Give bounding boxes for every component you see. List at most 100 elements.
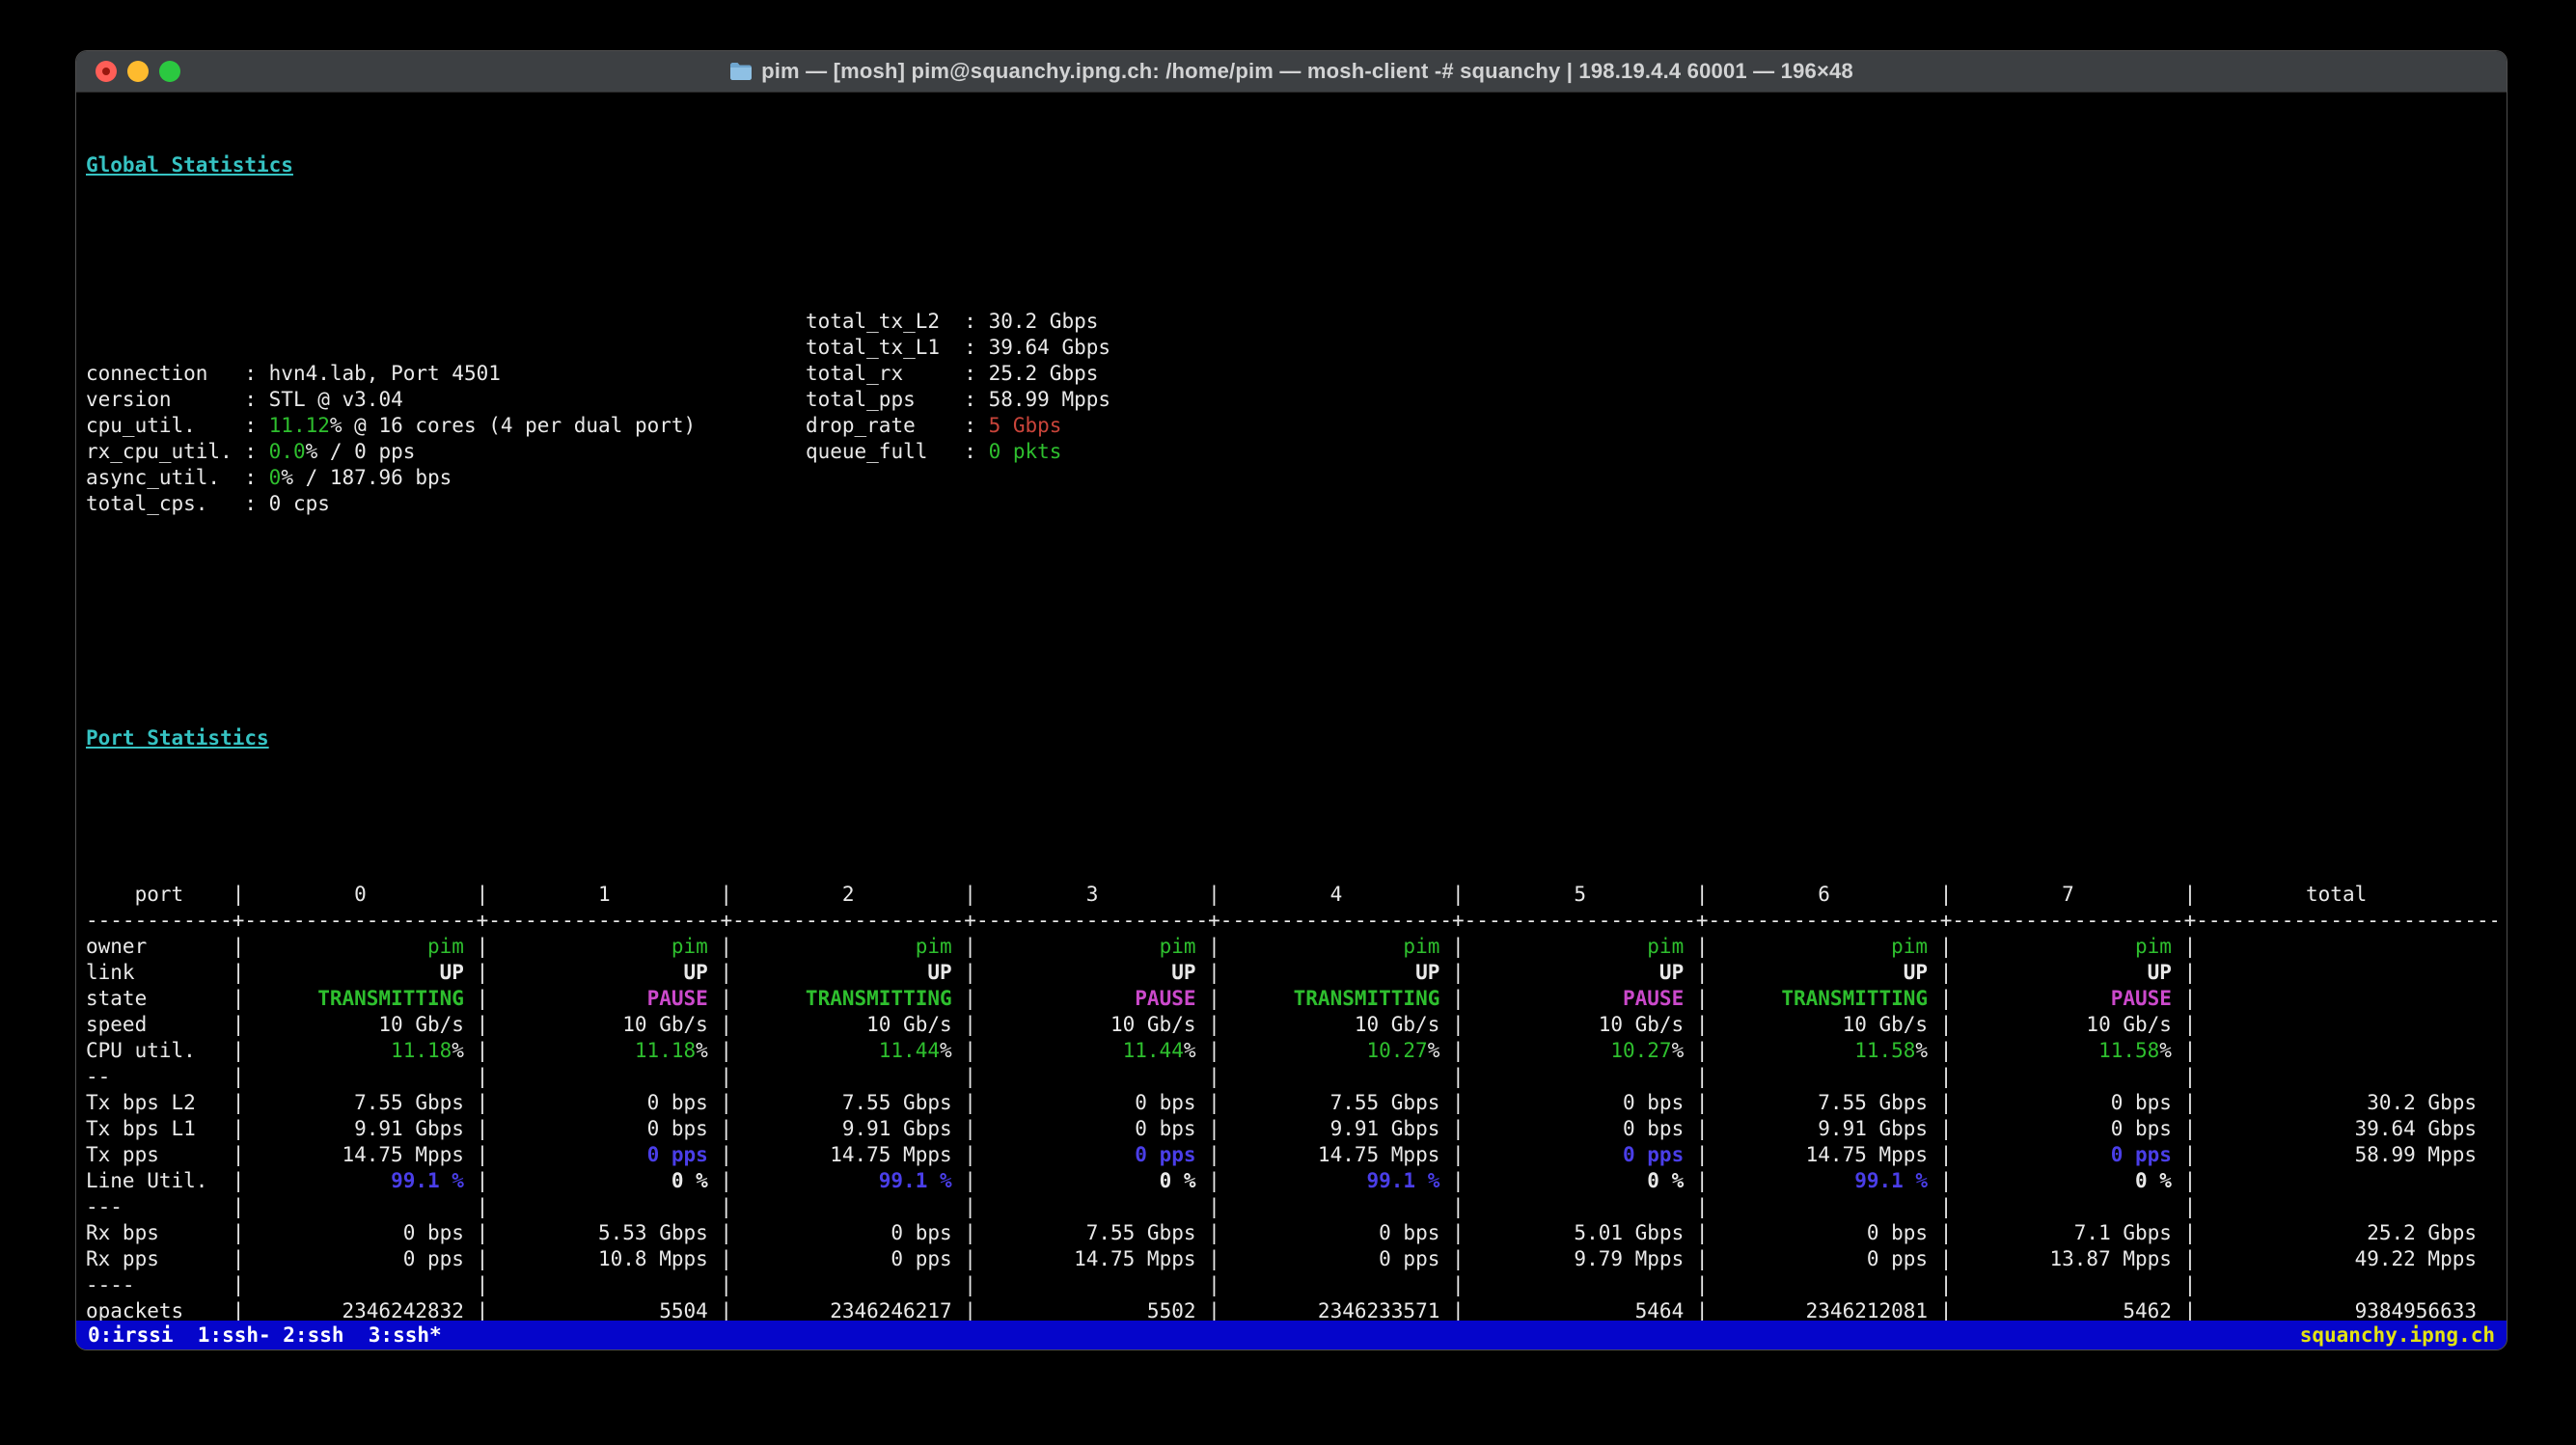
- table-row: ----|||||||||: [86, 1272, 2497, 1298]
- column-divider: |: [1452, 1090, 1465, 1116]
- text-segment: hvn4.lab, Port 4501: [269, 362, 501, 385]
- table-cell: |: [1452, 1194, 1696, 1220]
- table-cell: |: [2184, 960, 2502, 986]
- table-cell: |99.1 %: [720, 1168, 964, 1194]
- table-cell: |: [2184, 934, 2502, 960]
- cell-value: 0 pps: [1709, 1246, 1940, 1272]
- cell-value: 9.79 Mpps: [1465, 1246, 1696, 1272]
- table-cell: |10 Gb/s: [964, 1012, 1208, 1038]
- column-divider: |: [2184, 882, 2197, 908]
- cell-value: [976, 1064, 1208, 1090]
- text-segment: 2346233571: [1318, 1299, 1439, 1321]
- column-divider: |: [2184, 1220, 2197, 1246]
- text-segment: %: [1428, 1039, 1440, 1062]
- cell-value: 14.75 Mpps: [244, 1142, 476, 1168]
- column-divider: |: [1452, 1272, 1465, 1298]
- cell-value: TRANSMITTING: [244, 986, 476, 1012]
- text-segment: 11.12: [269, 414, 330, 437]
- text-segment: STL @ v3.04: [269, 388, 403, 411]
- text-segment: 9.91 Gbps: [1330, 1117, 1440, 1140]
- text-segment: 10 Gb/s: [622, 1013, 708, 1036]
- text-segment: 0 cps: [269, 492, 330, 515]
- text-segment: pim: [1647, 935, 1684, 958]
- text-segment: 3: [1086, 883, 1099, 906]
- text-segment: UP: [1171, 961, 1195, 984]
- text-segment: 0 bps: [647, 1091, 708, 1114]
- column-divider: |: [1940, 934, 1953, 960]
- table-cell: |0 bps: [1940, 1090, 2184, 1116]
- cell-value: 4: [1220, 882, 1452, 908]
- window-title: pim — [mosh] pim@squanchy.ipng.ch: /home…: [761, 59, 1853, 84]
- text-segment: 0 pps: [891, 1247, 951, 1270]
- global-stat-value: 58.99 Mpps: [989, 387, 1110, 413]
- column-divider: |: [2184, 1194, 2197, 1220]
- zoom-button[interactable]: [159, 61, 180, 82]
- cell-value: UP: [1465, 960, 1696, 986]
- column-divider: |: [720, 1038, 732, 1064]
- text-segment: 9384956633: [2355, 1299, 2477, 1321]
- cell-value: 9.91 Gbps: [244, 1116, 476, 1142]
- column-divider: |: [477, 960, 489, 986]
- cell-value: [1952, 1194, 2183, 1220]
- cell-value: pim: [488, 934, 720, 960]
- cell-value: 10.27%: [1465, 1038, 1696, 1064]
- global-stat-label: rx_cpu_util.: [86, 439, 244, 465]
- cell-value: 0 %: [488, 1168, 720, 1194]
- cell-value: 30.2 Gbps: [2196, 1090, 2501, 1116]
- cell-value: [976, 1194, 1208, 1220]
- table-cell: |: [2184, 1168, 2502, 1194]
- column-divider: |: [964, 1272, 976, 1298]
- table-cell: |: [233, 1064, 477, 1090]
- table-cell: |10 Gb/s: [1208, 1012, 1452, 1038]
- table-cell: |: [1208, 1272, 1452, 1298]
- cell-value: [488, 1194, 720, 1220]
- global-stats-block: connection: hvn4.lab, Port 4501version: …: [86, 309, 2497, 595]
- separator: :: [964, 361, 988, 387]
- table-cell: |2346212081: [1696, 1298, 1940, 1321]
- close-button[interactable]: [96, 61, 117, 82]
- table-cell: |pim: [964, 934, 1208, 960]
- window-titlebar[interactable]: pim — [mosh] pim@squanchy.ipng.ch: /home…: [76, 51, 2507, 93]
- table-cell: |0 bps: [720, 1220, 964, 1246]
- cell-value: [2196, 934, 2501, 960]
- cell-value: TRANSMITTING: [1709, 986, 1940, 1012]
- table-cell: |10 Gb/s: [1452, 1012, 1696, 1038]
- global-stat-row: total_tx_L1: 39.64 Gbps: [806, 335, 1110, 361]
- table-cell: |PAUSE: [477, 986, 721, 1012]
- table-cell: |: [1452, 1064, 1696, 1090]
- table-cell: |UP: [1452, 960, 1696, 986]
- cell-value: 2: [732, 882, 964, 908]
- terminal-content[interactable]: Global Statistics connection: hvn4.lab, …: [76, 93, 2507, 1321]
- text-segment: PAUSE: [1623, 987, 1684, 1010]
- column-divider: |: [1940, 1142, 1953, 1168]
- column-divider: |: [233, 960, 245, 986]
- column-divider: |: [1208, 1168, 1220, 1194]
- table-cell: |11.58%: [1940, 1038, 2184, 1064]
- column-divider: |: [233, 1246, 245, 1272]
- tmux-window-list[interactable]: 0:irssi 1:ssh- 2:ssh 3:ssh*: [88, 1323, 442, 1347]
- column-divider: |: [1940, 1272, 1953, 1298]
- global-stat-value: 39.64 Gbps: [989, 335, 1110, 361]
- global-stat-value: 0.0% / 0 pps: [269, 439, 416, 465]
- cell-value: [732, 1272, 964, 1298]
- cell-value: 9384956633: [2196, 1298, 2501, 1321]
- column-divider: |: [964, 1298, 976, 1321]
- text-segment: 14.75 Mpps: [830, 1143, 951, 1166]
- cell-value: 0 pps: [976, 1142, 1208, 1168]
- text-segment: TRANSMITTING: [317, 987, 464, 1010]
- table-cell: |UP: [1208, 960, 1452, 986]
- cell-value: 0 bps: [1465, 1090, 1696, 1116]
- table-row: --|||||||||: [86, 1064, 2497, 1090]
- column-divider: |: [720, 882, 732, 908]
- cell-value: 10.8 Mpps: [488, 1246, 720, 1272]
- column-divider: |: [233, 1272, 245, 1298]
- column-divider: |: [477, 1142, 489, 1168]
- table-row: link|UP|UP|UP|UP|UP|UP|UP|UP|: [86, 960, 2497, 986]
- text-segment: 11.44: [879, 1039, 940, 1062]
- column-divider: |: [233, 934, 245, 960]
- minimize-button[interactable]: [127, 61, 149, 82]
- cell-value: 0 bps: [976, 1090, 1208, 1116]
- table-cell: |TRANSMITTING: [233, 986, 477, 1012]
- window-title-area: pim — [mosh] pim@squanchy.ipng.ch: /home…: [76, 51, 2507, 92]
- column-divider: |: [233, 1298, 245, 1321]
